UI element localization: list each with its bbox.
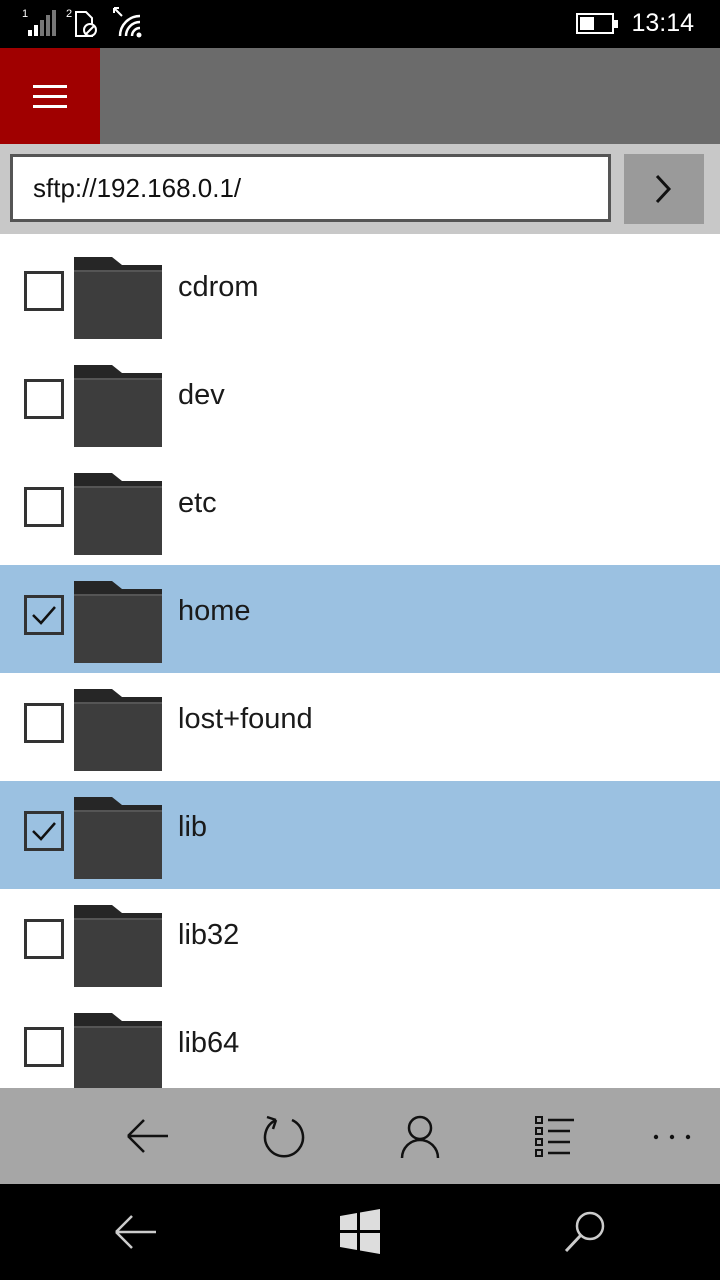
- list-view-icon: [535, 1116, 574, 1157]
- folder-icon: [72, 257, 164, 339]
- select-checkbox[interactable]: [24, 271, 64, 311]
- sim2-no-signal-icon: 2: [66, 8, 97, 37]
- checkmark-icon: [32, 822, 56, 841]
- select-mode-button[interactable]: [526, 1108, 582, 1164]
- search-icon: [564, 1211, 605, 1253]
- back-icon: [115, 1215, 156, 1249]
- file-row[interactable]: boot: [0, 234, 720, 241]
- file-name: lib: [178, 811, 208, 843]
- file-name: dev: [178, 379, 225, 411]
- app-bar: [0, 1088, 720, 1184]
- hamburger-menu-button[interactable]: [0, 48, 100, 144]
- select-checkbox[interactable]: [24, 703, 64, 743]
- select-checkbox[interactable]: [24, 487, 64, 527]
- file-row[interactable]: lost+found: [0, 673, 720, 781]
- go-button[interactable]: [624, 154, 704, 224]
- file-row[interactable]: dev: [0, 349, 720, 457]
- wifi-icon: [113, 7, 142, 38]
- folder-icon: [72, 1013, 164, 1088]
- select-checkbox[interactable]: [24, 811, 64, 851]
- more-icon: [653, 1134, 691, 1140]
- file-name: home: [178, 595, 251, 627]
- folder-icon: [72, 797, 164, 879]
- more-button[interactable]: [644, 1108, 700, 1164]
- signal-icon: 1: [22, 8, 56, 36]
- nav-back-button[interactable]: [110, 1206, 162, 1258]
- file-name: cdrom: [178, 271, 259, 303]
- folder-icon: [72, 689, 164, 771]
- account-button[interactable]: [392, 1108, 448, 1164]
- battery-icon: [576, 13, 618, 34]
- file-row[interactable]: home: [0, 565, 720, 673]
- file-list[interactable]: boot cdrom dev etc home lost+found lib lib32 lib…: [0, 234, 720, 1088]
- select-checkbox[interactable]: [24, 919, 64, 959]
- address-input[interactable]: sftp://192.168.0.1/: [10, 154, 611, 222]
- select-checkbox[interactable]: [24, 379, 64, 419]
- file-name: lost+found: [178, 703, 313, 735]
- status-bar: 1 2 13:14: [0, 0, 720, 48]
- windows-start-icon: [340, 1209, 380, 1254]
- file-row[interactable]: lib32: [0, 889, 720, 997]
- checkmark-icon: [32, 606, 56, 625]
- clock: 13:14: [631, 9, 694, 37]
- nav-start-button[interactable]: [334, 1206, 386, 1258]
- file-row[interactable]: etc: [0, 457, 720, 565]
- file-row[interactable]: cdrom: [0, 241, 720, 349]
- nav-search-button[interactable]: [560, 1206, 612, 1258]
- file-name: lib64: [178, 1027, 240, 1059]
- folder-icon: [72, 473, 164, 555]
- user-icon: [400, 1115, 440, 1159]
- file-row[interactable]: lib64: [0, 997, 720, 1088]
- svg-text:1: 1: [22, 8, 28, 20]
- chevron-right-icon: [655, 174, 672, 204]
- select-checkbox[interactable]: [24, 1027, 64, 1067]
- folder-icon: [72, 365, 164, 447]
- address-bar: sftp://192.168.0.1/: [0, 144, 720, 234]
- file-name: etc: [178, 487, 217, 519]
- refresh-icon: [263, 1115, 305, 1158]
- select-checkbox[interactable]: [24, 595, 64, 635]
- folder-icon: [72, 905, 164, 987]
- navigation-bar: [0, 1184, 720, 1280]
- app-header: [0, 48, 720, 144]
- refresh-button[interactable]: [256, 1108, 312, 1164]
- back-arrow-icon: [127, 1119, 168, 1153]
- folder-icon: [72, 581, 164, 663]
- back-button[interactable]: [120, 1108, 176, 1164]
- file-row[interactable]: lib: [0, 781, 720, 889]
- hamburger-icon: [33, 85, 67, 88]
- file-name: lib32: [178, 919, 240, 951]
- svg-text:2: 2: [66, 8, 72, 20]
